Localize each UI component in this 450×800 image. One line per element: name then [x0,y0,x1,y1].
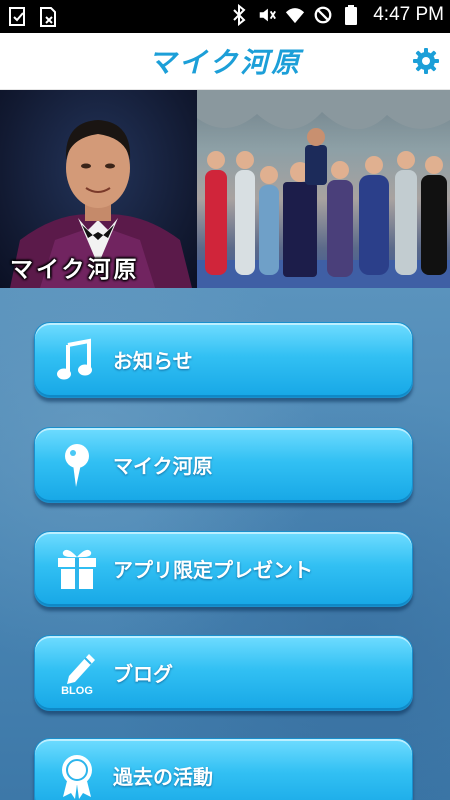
blog-pencil-icon: BLOG [61,654,95,696]
mute-icon [259,8,277,22]
status-time: 4:47 PM [373,4,444,25]
music-note-icon [57,338,92,380]
app-title: マイク河原 [147,46,303,79]
app-header: マイク河原 [0,33,450,90]
gear-icon[interactable] [412,47,440,75]
status-bar: 4:47 PM [0,0,450,33]
battery-icon [345,5,358,25]
blog-icon-text: BLOG [61,685,93,696]
menu-label-present: アプリ限定プレゼント [113,558,313,582]
gift-icon [58,549,96,589]
bluetooth-icon [233,4,246,26]
menu-button-profile[interactable]: マイク河原 [34,427,413,503]
menu-button-news[interactable]: お知らせ [34,322,413,398]
award-ribbon-icon [62,755,92,799]
wifi-icon [286,8,305,24]
map-pin-icon [65,444,89,487]
main-menu: お知らせ マイク河原 アプリ限定プレゼント BLOG ブログ 過去の活動 [0,288,450,800]
stage-photo [197,90,450,288]
banner-caption: マイク河原 [10,256,140,283]
menu-label-profile: マイク河原 [113,454,213,478]
menu-label-news: お知らせ [113,349,193,373]
menu-button-history[interactable]: 過去の活動 [34,738,413,800]
menu-label-history: 過去の活動 [113,765,213,789]
sim-error-icon [40,7,56,27]
menu-label-blog: ブログ [113,662,173,686]
menu-button-present[interactable]: アプリ限定プレゼント [34,531,413,607]
download-complete-icon [9,7,25,26]
menu-button-blog[interactable]: BLOG ブログ [34,635,413,711]
hero-banner: マイク河原 [0,90,450,288]
do-not-disturb-icon [314,6,332,24]
